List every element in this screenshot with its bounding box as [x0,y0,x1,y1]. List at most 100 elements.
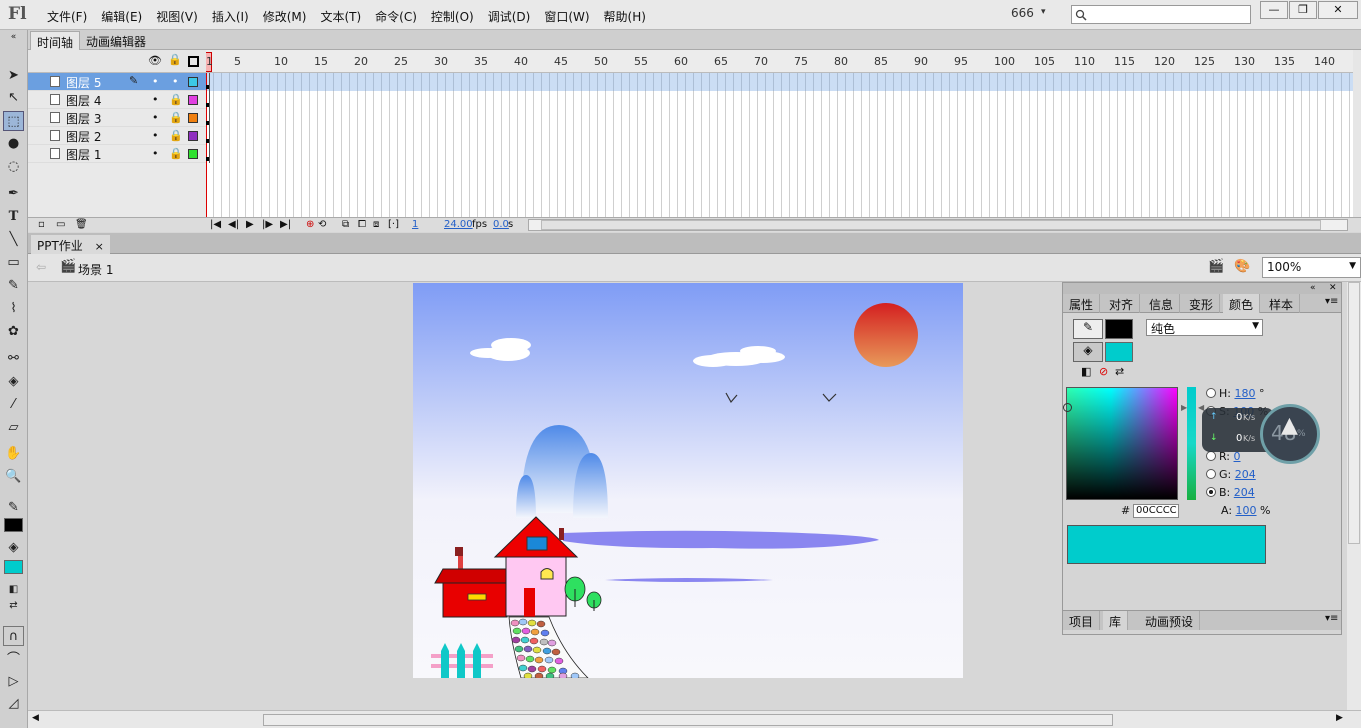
menu-debug[interactable]: 调试(D) [481,0,538,30]
visibility-dot[interactable]: • [152,111,159,124]
swap-colors-icon[interactable]: ⇄ [1115,365,1124,378]
lock-all-layers-icon[interactable]: 🔒 [168,53,182,66]
green-value[interactable]: 204 [1235,468,1256,481]
tab-transform[interactable]: 变形 [1183,294,1221,313]
color-value-slider[interactable] [1187,387,1196,500]
selection-tool-icon[interactable]: ➤ [3,66,24,86]
pen-tool-icon[interactable]: ✒ [3,184,24,204]
slider-right-arrow-icon[interactable]: ▶ [1181,403,1187,412]
keyframes-column[interactable] [206,73,210,163]
lock-icon[interactable]: 🔒 [169,129,183,142]
menu-help[interactable]: 帮助(H) [597,0,653,30]
layer-row[interactable]: 图层 1 • 🔒 [28,145,206,163]
layer-color-swatch[interactable] [188,95,198,105]
smooth-icon[interactable]: ⌒ [3,650,24,670]
restore-button[interactable]: ❐ [1289,1,1317,19]
stroke-color-swatch[interactable] [4,518,23,532]
delete-layer-icon[interactable]: 🗑 [75,219,88,230]
stage-hscrollbar[interactable]: ◀ ▶ [28,710,1361,728]
collapse-panel-icon[interactable]: « [1310,283,1316,293]
free-transform-tool-icon[interactable]: ⬚ [3,111,24,131]
back-arrow-icon[interactable]: ⇦ [36,260,46,274]
layer-color-swatch[interactable] [188,131,198,141]
minimize-button[interactable]: — [1260,1,1288,19]
scroll-left-icon[interactable]: ◀ [32,713,39,723]
frame-rate[interactable]: 24.00 [444,219,473,230]
fill-color-swatch[interactable] [4,560,23,574]
close-window-button[interactable]: ✕ [1318,1,1358,19]
black-white-icon[interactable]: ◧ [1081,365,1091,378]
edit-symbols-icon[interactable]: 🎨 [1234,259,1250,274]
green-radio[interactable] [1206,469,1216,479]
scroll-right-icon[interactable]: ▶ [1336,713,1343,723]
tab-project[interactable]: 项目 [1063,611,1101,630]
eraser-tool-icon[interactable]: ▱ [3,418,24,438]
hue-radio[interactable] [1206,388,1216,398]
timeline-scroll-thumb[interactable] [541,220,1321,230]
current-frame[interactable]: 1 [412,219,418,230]
timeline-hscrollbar[interactable] [528,219,1348,231]
step-forward-icon[interactable]: |▶ [262,219,273,230]
tab-properties[interactable]: 属性 [1063,294,1101,313]
hue-value[interactable]: 180 [1234,387,1255,400]
eyedropper-tool-icon[interactable]: ⁄ [3,395,24,415]
menu-file[interactable]: 文件(F) [40,0,94,30]
blue-radio[interactable] [1206,487,1216,497]
vscroll-thumb[interactable] [1348,282,1360,544]
close-tab-icon[interactable]: × [95,240,104,253]
frame-grid[interactable] [206,73,1353,218]
close-panel-icon[interactable]: ✕ [1329,283,1337,293]
menu-modify[interactable]: 修改(M) [256,0,314,30]
tab-info[interactable]: 信息 [1143,294,1181,313]
edit-scene-icon[interactable]: 🎬 [1208,259,1224,274]
3d-rotation-tool-icon[interactable]: ● [3,134,24,154]
menu-edit[interactable]: 编辑(E) [94,0,149,30]
snap-to-objects-icon[interactable]: ∩ [3,626,24,646]
text-tool-icon[interactable]: T [3,207,24,227]
rectangle-tool-icon[interactable]: ▭ [3,253,24,273]
panel-menu-icon[interactable]: ▾≡ [1325,613,1338,624]
layer-row[interactable]: 图层 2 • 🔒 [28,127,206,145]
color-type-select[interactable]: 纯色 ▼ [1146,319,1263,336]
show-all-layers-icon[interactable]: 👁 [148,54,162,67]
loop-icon[interactable]: ⟲ [318,219,326,230]
stroke-pencil-icon[interactable]: ✎ [1073,319,1103,339]
layer-color-swatch[interactable] [188,149,198,159]
center-frame-icon[interactable]: ⊕ [306,219,314,230]
visibility-dot[interactable]: • [152,147,159,160]
visibility-dot[interactable]: • [152,93,159,106]
lasso-tool-icon[interactable]: ◌ [3,157,24,177]
layer-color-swatch[interactable] [188,77,198,87]
layer-row[interactable]: 图层 4 • 🔒 [28,91,206,109]
hand-tool-icon[interactable]: ✋ [3,444,24,464]
line-tool-icon[interactable]: ╲ [3,230,24,250]
menu-text[interactable]: 文本(T) [313,0,368,30]
workspace-dropdown-icon[interactable]: ▾ [1041,7,1046,17]
hex-input[interactable]: 00CCCC [1133,504,1179,518]
blue-value[interactable]: 204 [1234,486,1255,499]
step-back-icon[interactable]: ◀| [228,219,239,230]
elapsed-time[interactable]: 0.0 [493,219,509,230]
bone-tool-icon[interactable]: ⚯ [3,349,24,369]
brush-tool-icon[interactable]: ⌇ [3,299,24,319]
workspace-switcher[interactable]: 666 [1011,6,1034,20]
stage-scroll-thumb[interactable] [263,714,1113,726]
no-color-icon[interactable]: ⊘ [1099,365,1108,378]
deco-tool-icon[interactable]: ✿ [3,322,24,342]
picker-cursor[interactable] [1063,403,1072,412]
optimize-icon[interactable]: ◿ [3,694,24,714]
layer-color-swatch[interactable] [188,113,198,123]
modify-markers-icon[interactable]: [·] [388,219,399,230]
tab-align[interactable]: 对齐 [1103,294,1141,313]
last-frame-icon[interactable]: ▶| [280,219,291,230]
paint-bucket-tool-icon[interactable]: ◈ [3,372,24,392]
menu-view[interactable]: 视图(V) [149,0,205,30]
stage-vscrollbar[interactable] [1347,282,1361,710]
tab-timeline[interactable]: 时间轴 [30,31,81,50]
scene-name[interactable]: 场景 1 [78,261,113,278]
menu-window[interactable]: 窗口(W) [537,0,596,30]
layer-row[interactable]: 图层 5 ✎ • • [28,73,206,91]
frame-ruler[interactable]: 1 5 10 15 20 25 30 35 40 45 50 55 60 65 70 75 80 85 90 95 10… [206,50,1353,73]
stroke-color-swatch[interactable] [1105,319,1133,339]
new-folder-icon[interactable]: ▭ [56,219,65,230]
